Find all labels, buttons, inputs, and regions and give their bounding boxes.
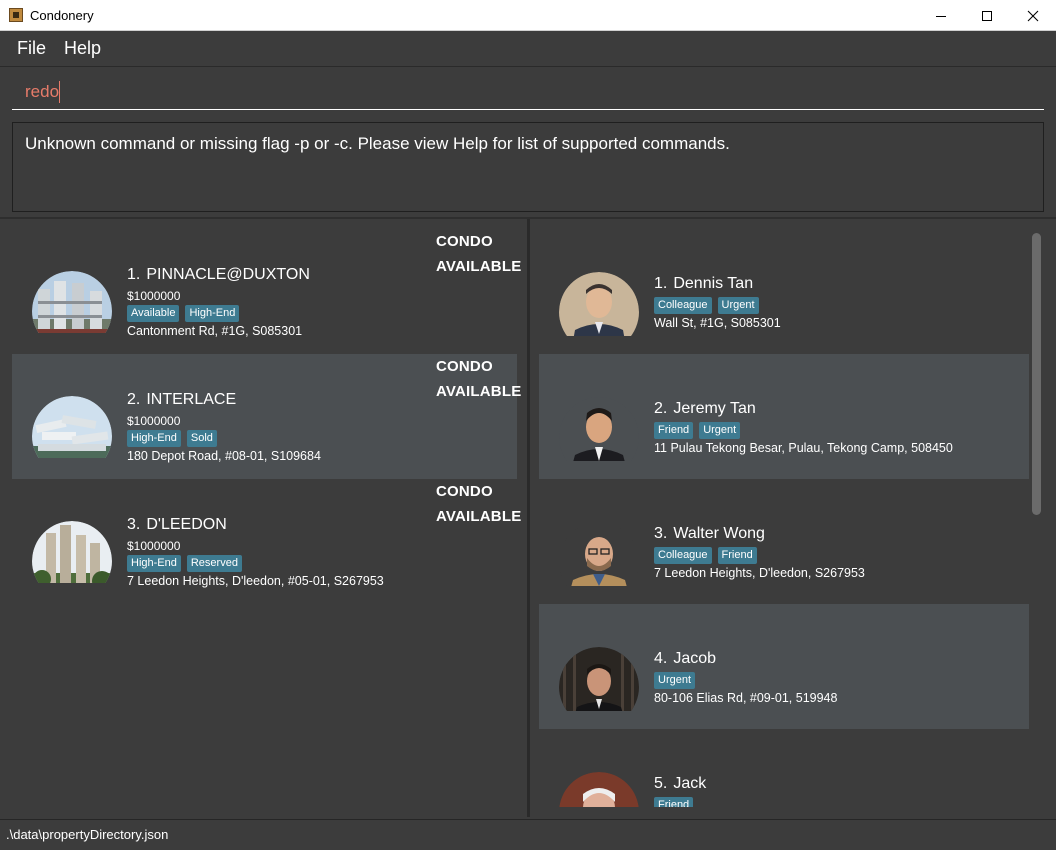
menu-help[interactable]: Help xyxy=(56,38,109,59)
property-photo xyxy=(32,521,112,583)
command-box xyxy=(0,67,1056,117)
window-controls xyxy=(918,0,1056,31)
tag: High-End xyxy=(185,305,240,322)
status-bar-file-path: .\data\propertyDirectory.json xyxy=(0,819,1056,850)
client-name: 2. Jeremy Tan xyxy=(654,400,756,417)
client-photo xyxy=(559,397,639,461)
close-button[interactable] xyxy=(1010,0,1056,31)
tag-list: Urgent xyxy=(654,672,696,689)
property-name: 3. D'LEEDON xyxy=(127,516,227,533)
client-photo xyxy=(559,522,639,586)
client-card[interactable]: 4. Jacob Urgent 80-106 Elias Rd, #09-01, … xyxy=(539,604,1029,729)
property-price: $1000000 xyxy=(127,289,181,303)
client-list-scrollbar[interactable] xyxy=(1030,229,1044,807)
tag: Colleague xyxy=(654,547,712,564)
minimize-button[interactable] xyxy=(918,0,964,31)
client-photo xyxy=(559,647,639,711)
tag: Sold xyxy=(186,430,217,447)
menu-file[interactable]: File xyxy=(9,38,54,59)
maximize-button[interactable] xyxy=(964,0,1010,31)
maximize-icon xyxy=(982,10,992,21)
property-list[interactable]: 1. PINNACLE@DUXTON $1000000 Available Hig… xyxy=(12,229,521,609)
minimize-icon xyxy=(936,15,946,17)
menu-bar: File Help xyxy=(0,31,1056,67)
property-photo xyxy=(32,396,112,458)
property-type: CONDO xyxy=(436,233,493,250)
client-photo xyxy=(559,772,639,807)
property-status: AVAILABLE xyxy=(436,383,522,400)
tag-list: Friend Urgent xyxy=(654,422,741,439)
tag: Friend xyxy=(654,422,694,439)
property-price: $1000000 xyxy=(127,539,181,553)
tag: Friend xyxy=(654,797,694,807)
tag: High-End xyxy=(127,430,181,447)
property-status: AVAILABLE xyxy=(436,508,522,525)
client-card[interactable]: 5. Jack Friend xyxy=(539,729,1029,807)
client-name: 5. Jack xyxy=(654,775,707,792)
client-card[interactable]: 3. Walter Wong Colleague Friend 7 Leedon … xyxy=(539,479,1029,604)
client-address: 80-106 Elias Rd, #09-01, 519948 xyxy=(654,691,838,705)
tag-list: Friend xyxy=(654,797,694,807)
tag: Available xyxy=(127,305,180,322)
close-icon xyxy=(1027,10,1039,21)
tag: Urgent xyxy=(717,297,759,314)
property-price: $1000000 xyxy=(127,414,181,428)
tag: High-End xyxy=(127,555,181,572)
property-card[interactable]: 1. PINNACLE@DUXTON $1000000 Available Hig… xyxy=(12,229,521,354)
tag-list: High-End Sold xyxy=(127,430,217,447)
property-card[interactable]: 2. INTERLACE $1000000 High-End Sold 180 D… xyxy=(12,354,521,479)
result-display: Unknown command or missing flag -p or -c… xyxy=(12,122,1044,212)
property-address: 7 Leedon Heights, D'leedon, #05-01, S267… xyxy=(127,574,384,588)
window-title: Condonery xyxy=(30,7,94,23)
tag-list: Colleague Urgent xyxy=(654,297,759,314)
tag: Urgent xyxy=(654,672,696,689)
client-list[interactable]: 1. Dennis Tan Colleague Urgent Wall St, #… xyxy=(539,229,1029,807)
client-name: 1. Dennis Tan xyxy=(654,275,754,292)
property-address: 180 Depot Road, #08-01, S109684 xyxy=(127,449,321,463)
client-name: 4. Jacob xyxy=(654,650,717,667)
tag-list: Colleague Friend xyxy=(654,547,757,564)
split-pane-divider[interactable] xyxy=(527,219,530,817)
property-address: Cantonment Rd, #1G, S085301 xyxy=(127,324,303,338)
tag: Colleague xyxy=(654,297,712,314)
client-address: 11 Pulau Tekong Besar, Pulau, Tekong Cam… xyxy=(654,441,953,455)
client-card[interactable]: 1. Dennis Tan Colleague Urgent Wall St, #… xyxy=(539,229,1029,354)
property-name: 2. INTERLACE xyxy=(127,391,237,408)
tag: Reserved xyxy=(186,555,242,572)
tag-list: Available High-End xyxy=(127,305,240,322)
scrollbar-thumb[interactable] xyxy=(1032,233,1041,515)
client-address: 7 Leedon Heights, D'leedon, S267953 xyxy=(654,566,865,580)
client-card[interactable]: 2. Jeremy Tan Friend Urgent 11 Pulau Teko… xyxy=(539,354,1029,479)
tag: Urgent xyxy=(699,422,741,439)
client-name: 3. Walter Wong xyxy=(654,525,765,542)
command-input[interactable] xyxy=(12,74,1044,110)
property-card[interactable]: 3. D'LEEDON $1000000 High-End Reserved 7 … xyxy=(12,479,521,604)
property-photo xyxy=(32,271,112,333)
client-photo xyxy=(559,272,639,336)
property-type: CONDO xyxy=(436,483,493,500)
title-bar: Condonery xyxy=(0,0,1056,31)
tag: Friend xyxy=(717,547,757,564)
property-status: AVAILABLE xyxy=(436,258,522,275)
property-type: CONDO xyxy=(436,358,493,375)
tag-list: High-End Reserved xyxy=(127,555,242,572)
text-caret xyxy=(59,81,60,103)
app-icon xyxy=(9,8,23,22)
client-address: Wall St, #1G, S085301 xyxy=(654,316,781,330)
property-name: 1. PINNACLE@DUXTON xyxy=(127,266,310,283)
